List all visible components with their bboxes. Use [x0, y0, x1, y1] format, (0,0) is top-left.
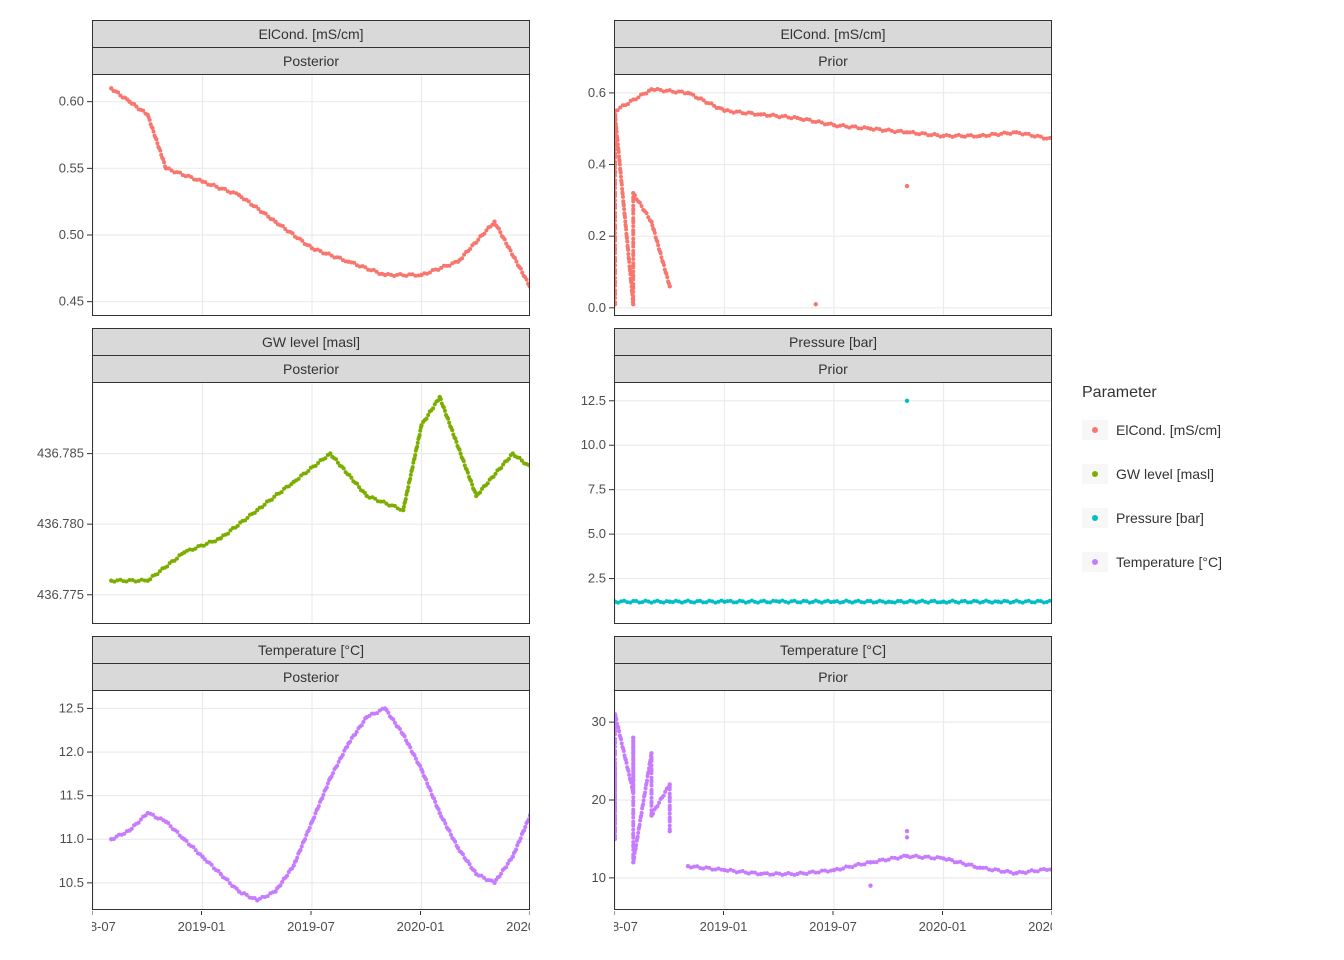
chart-svg: [615, 383, 1052, 623]
chart-svg: [93, 691, 530, 909]
y-tick-label: 2.5: [588, 571, 606, 586]
panel-elcond_posterior: ElCond. [mS/cm]Posterior 0.45 0.50 0.55 0.60: [20, 20, 530, 320]
y-tick-label: 0.60: [59, 94, 84, 109]
x-axis: 2018-07 2019-01 2019-07 2020-01 2020-07: [92, 911, 530, 939]
legend-label: Pressure [bar]: [1116, 510, 1204, 526]
facet-strip: GW level [masl]: [92, 328, 530, 356]
y-tick-label: 436.785: [37, 446, 84, 461]
x-tick-label: 2020-07: [1028, 919, 1052, 934]
legend-swatch: [1082, 508, 1108, 528]
x-axis: 2018-07 2019-01 2019-07 2020-01 2020-07: [614, 911, 1052, 939]
figure: ElCond. [mS/cm]Posterior0.450.500.550.60…: [20, 20, 1324, 936]
chart-svg: [615, 691, 1052, 909]
facet-strip: Pressure [bar]: [614, 328, 1052, 356]
y-axis: 0.0 0.2 0.4 0.6: [542, 75, 614, 317]
panel-elcond_prior: ElCond. [mS/cm]Prior 0.0 0.2 0.4 0.6: [542, 20, 1052, 320]
legend-label: GW level [masl]: [1116, 466, 1214, 482]
chart-svg: [93, 75, 530, 315]
plot-area: [614, 383, 1052, 624]
legend-item-1: GW level [masl]: [1082, 464, 1222, 484]
legend-item-2: Pressure [bar]: [1082, 508, 1222, 528]
y-tick-label: 0.50: [59, 227, 84, 242]
x-tick-label: 2019-01: [700, 919, 748, 934]
y-tick-label: 5.0: [588, 526, 606, 541]
y-tick-label: 10.0: [581, 437, 606, 452]
facet-strip: Temperature [°C]: [614, 636, 1052, 664]
x-tick-label: 2019-01: [178, 919, 226, 934]
y-axis: 10.5 11.0 11.5 12.0 12.5: [20, 691, 92, 911]
y-tick-label: 11.5: [60, 788, 84, 803]
plot-area: [614, 75, 1052, 316]
panel-press_prior: Pressure [bar]Prior 2.5 5.0 7.5 10.0 12.5: [542, 328, 1052, 628]
legend-title: Parameter: [1082, 384, 1222, 402]
panel-temp_posterior: Temperature [°C]Posterior 10.5 11.0 11.5 12.…: [20, 636, 530, 936]
x-tick-label: 2020-01: [919, 919, 967, 934]
y-tick-label: 12.5: [59, 700, 84, 715]
legend-label: ElCond. [mS/cm]: [1116, 422, 1221, 438]
x-tick-label: 2018-07: [614, 919, 638, 934]
x-tick-label: 2019-07: [287, 919, 335, 934]
y-axis: 436.775 436.780 436.785: [20, 383, 92, 625]
legend-items: ElCond. [mS/cm] GW level [masl] Pressure […: [1082, 420, 1222, 572]
y-axis: 10 20 30: [542, 691, 614, 911]
x-tick-label: 2019-07: [809, 919, 857, 934]
x-tick-label: 2018-07: [92, 919, 116, 934]
x-tick-label: 2020-07: [506, 919, 530, 934]
plot-area: [92, 75, 530, 316]
facet-strip: Temperature [°C]: [92, 636, 530, 664]
y-axis: 0.45 0.50 0.55 0.60: [20, 75, 92, 317]
facet-strip: Prior: [614, 48, 1052, 75]
plot-area: [614, 691, 1052, 910]
y-tick-label: 20: [592, 792, 606, 807]
y-axis: 2.5 5.0 7.5 10.0 12.5: [542, 383, 614, 625]
y-tick-label: 436.775: [37, 587, 84, 602]
panel-gw_posterior: GW level [masl]Posterior436.775436.78043…: [20, 328, 530, 628]
legend-item-0: ElCond. [mS/cm]: [1082, 420, 1222, 440]
y-tick-label: 0.6: [588, 85, 606, 100]
legend-swatch: [1082, 420, 1108, 440]
panel-temp_prior: Temperature [°C]Prior 10 20 30 2018-07 2019-0…: [542, 636, 1052, 936]
y-tick-label: 12.5: [581, 393, 606, 408]
y-tick-label: 0.45: [59, 294, 84, 309]
facet-strip: ElCond. [mS/cm]: [92, 20, 530, 48]
legend-label: Temperature [°C]: [1116, 554, 1222, 570]
y-tick-label: 11.0: [60, 831, 84, 846]
plot-area: [92, 383, 530, 624]
legend: Parameter ElCond. [mS/cm] GW level [masl]…: [1082, 384, 1222, 572]
legend-swatch: [1082, 464, 1108, 484]
facet-strip: ElCond. [mS/cm]: [614, 20, 1052, 48]
facet-strip: Prior: [614, 664, 1052, 691]
facet-grid: ElCond. [mS/cm]Posterior0.450.500.550.60…: [20, 20, 1052, 936]
plot-area: [92, 691, 530, 910]
facet-strip: Posterior: [92, 664, 530, 691]
y-tick-label: 10: [592, 870, 606, 885]
chart-svg: [93, 383, 530, 623]
x-tick-label: 2020-01: [397, 919, 445, 934]
y-tick-label: 30: [592, 714, 606, 729]
facet-strip: Posterior: [92, 48, 530, 75]
y-tick-label: 0.55: [59, 160, 84, 175]
chart-svg: [615, 75, 1052, 315]
y-tick-label: 0.4: [588, 157, 606, 172]
y-tick-label: 12.0: [59, 744, 84, 759]
facet-strip: Posterior: [92, 356, 530, 383]
y-tick-label: 0.2: [588, 228, 606, 243]
y-tick-label: 436.780: [37, 516, 84, 531]
legend-item-3: Temperature [°C]: [1082, 552, 1222, 572]
y-tick-label: 10.5: [59, 875, 84, 890]
legend-swatch: [1082, 552, 1108, 572]
facet-strip: Prior: [614, 356, 1052, 383]
y-tick-label: 0.0: [588, 300, 606, 315]
y-tick-label: 7.5: [588, 482, 606, 497]
